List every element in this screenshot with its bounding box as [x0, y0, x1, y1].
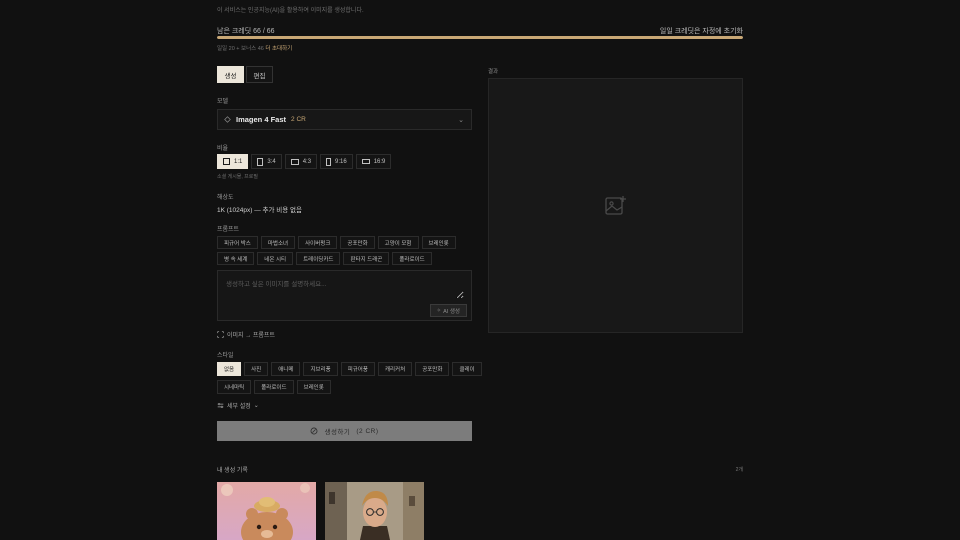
- resolution-label: 해상도: [217, 195, 234, 201]
- chevron-down-icon: ⌄: [253, 403, 259, 409]
- bonus-info: 일일 20 + 보너스 46 더 초대하기: [217, 44, 292, 52]
- bonus-text: 일일 20 + 보너스 46: [217, 46, 264, 52]
- mode-tabs: 생성 편집: [217, 66, 273, 83]
- preset-chip[interactable]: 사이버펑크: [298, 236, 338, 249]
- ai-generate-label: AI 생성: [443, 308, 460, 315]
- credits-progress-bar: [217, 36, 743, 39]
- scan-icon: [217, 331, 224, 338]
- sparkle-icon: ✧: [436, 307, 442, 314]
- prompt-box: ✧ AI 생성: [217, 270, 472, 321]
- credits-reset-text: 일일 크레딧은 자정에 초기화: [659, 28, 743, 35]
- style-chip[interactable]: 클레이: [452, 362, 482, 376]
- prompt-presets-row1: 피규어 박스 마법소녀 사이버펑크 공포만화 고양이 모험 브레인롯: [217, 236, 456, 249]
- diamond-icon: [224, 116, 231, 123]
- preset-chip[interactable]: 트레이딩카드: [296, 252, 341, 265]
- ai-generate-button[interactable]: ✧ AI 생성: [429, 304, 467, 317]
- preset-chip[interactable]: 마법소녀: [260, 236, 296, 249]
- result-placeholder: [488, 78, 743, 333]
- wide-ratio-icon: [361, 159, 370, 164]
- preset-chip[interactable]: 공포만화: [340, 236, 375, 249]
- chevron-down-icon: ⌄: [458, 117, 464, 124]
- ratio-3-4[interactable]: 3:4: [251, 154, 282, 169]
- ratio-option-label: 4:3: [302, 158, 312, 165]
- teddy-bear-image: [217, 482, 316, 540]
- style-chip[interactable]: 지브리풍: [303, 362, 338, 376]
- style-row2: 시네마틱 폴라로이드 브레인롯: [217, 380, 331, 394]
- ratio-hint: 소셜 게시물, 프로필: [217, 174, 258, 180]
- invite-link[interactable]: 더 초대하기: [265, 46, 292, 52]
- landscape-ratio-icon: [290, 158, 299, 165]
- style-row1: 없음 사진 애니메 지브리풍 피규어풍 캐리커처 공포만화 클레이: [217, 362, 482, 376]
- prompt-presets-row2: 병 속 세계 네온 시티 트레이딩카드 판타지 드래곤 폴라로이드: [217, 252, 432, 265]
- preset-chip[interactable]: 브레인롯: [421, 236, 456, 249]
- history-thumbnail-bear[interactable]: [217, 482, 316, 540]
- ratio-option-label: 16:9: [373, 158, 386, 165]
- generate-button[interactable]: 생성하기 (2 CR): [217, 421, 472, 441]
- ratio-option-label: 9:16: [335, 158, 347, 165]
- history-label: 내 생성 기록: [217, 468, 248, 474]
- ratio-16-9[interactable]: 16:9: [355, 154, 392, 169]
- style-label: 스타일: [217, 353, 234, 359]
- credits-remaining: 남은 크레딧 66 / 66: [217, 28, 275, 35]
- tab-edit[interactable]: 편집: [246, 66, 273, 83]
- resolution-value: 1K (1024px) — 추가 비용 없음: [217, 207, 303, 214]
- style-chip[interactable]: 캐리커처: [377, 362, 413, 376]
- style-chip[interactable]: 브레인롯: [296, 380, 331, 394]
- ratio-option-label: 3:4: [267, 158, 276, 165]
- style-chip[interactable]: 애니메: [271, 362, 301, 376]
- image-to-prompt-button[interactable]: 이미지 → 프롬프트: [217, 330, 275, 339]
- man-portrait-image: [325, 482, 424, 540]
- ratio-9-16[interactable]: 9:16: [320, 154, 353, 169]
- generate-label: 생성하기: [324, 429, 351, 436]
- preset-chip[interactable]: 피규어 박스: [217, 236, 258, 249]
- preset-chip[interactable]: 네온 시티: [257, 252, 294, 265]
- ratio-1-1[interactable]: 1:1: [217, 154, 249, 169]
- preset-chip[interactable]: 고양이 모험: [377, 236, 419, 249]
- history-thumbnail-portrait[interactable]: [325, 482, 424, 540]
- detail-settings-toggle[interactable]: 세부 설정 ⌄: [217, 401, 259, 410]
- preset-chip[interactable]: 병 속 세계: [217, 252, 255, 265]
- style-chip[interactable]: 피규어풍: [340, 362, 375, 376]
- model-cost: 2 CR: [291, 116, 306, 123]
- model-name: Imagen 4 Fast: [236, 115, 287, 124]
- prompt-label: 프롬프트: [217, 227, 240, 233]
- style-chip[interactable]: 시네마틱: [217, 380, 252, 394]
- style-chip[interactable]: 없음: [217, 362, 242, 376]
- style-chip[interactable]: 사진: [244, 362, 269, 376]
- sliders-icon: [217, 402, 224, 409]
- ratio-options: 1:1 3:4 4:3 9:16 16:9: [217, 154, 392, 169]
- style-chip[interactable]: 공포만화: [415, 362, 450, 376]
- ratio-4-3[interactable]: 4:3: [284, 154, 318, 169]
- ai-notice: 이 서비스는 인공지능(AI)을 활용하여 이미지를 생성합니다.: [217, 8, 364, 14]
- portrait-ratio-icon: [257, 157, 264, 166]
- image-to-prompt-label: 이미지 → 프롬프트: [227, 333, 275, 339]
- history-count: 2개: [735, 467, 743, 473]
- model-label: 모델: [217, 99, 229, 105]
- prompt-input[interactable]: [226, 278, 464, 299]
- image-add-icon: [604, 195, 626, 215]
- detail-settings-label: 세부 설정: [227, 404, 251, 410]
- result-label: 결과: [488, 69, 499, 75]
- generate-cost: (2 CR): [356, 427, 379, 435]
- model-select[interactable]: Imagen 4 Fast 2 CR ⌄: [217, 109, 472, 130]
- tall-ratio-icon: [326, 157, 332, 166]
- credits-progress-fill: [217, 36, 743, 39]
- ratio-option-label: 1:1: [234, 158, 243, 165]
- style-chip[interactable]: 폴라로이드: [254, 380, 294, 394]
- square-ratio-icon: [223, 158, 230, 165]
- tab-generate[interactable]: 생성: [217, 66, 244, 83]
- magic-wand-icon: [311, 427, 318, 435]
- preset-chip[interactable]: 폴라로이드: [392, 252, 432, 265]
- ratio-label: 비율: [217, 146, 229, 152]
- preset-chip[interactable]: 판타지 드래곤: [343, 252, 390, 265]
